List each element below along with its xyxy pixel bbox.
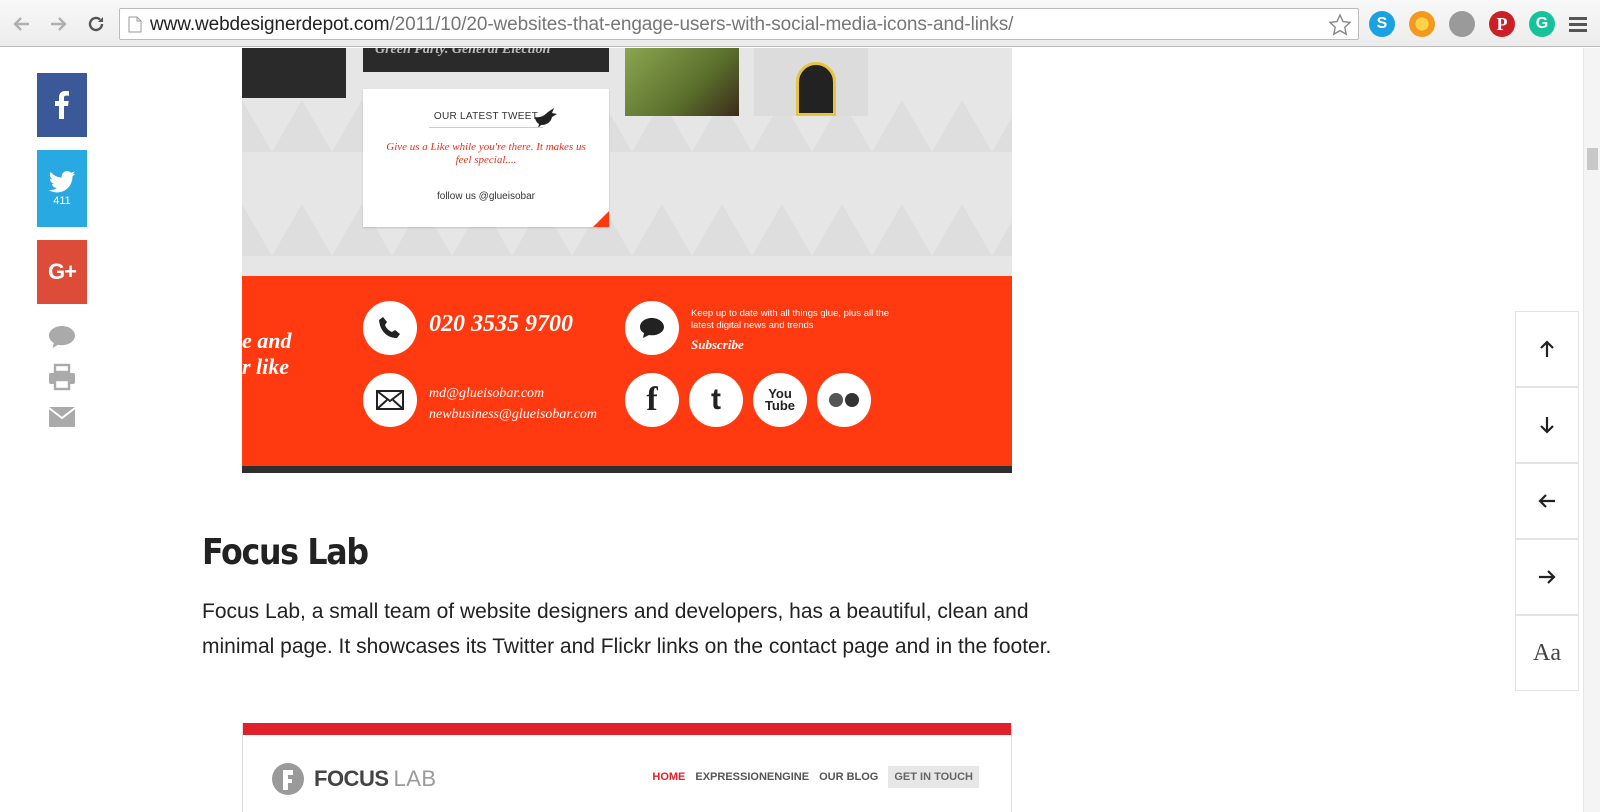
nav-expressionengine: EXPRESSIONENGINE bbox=[695, 771, 810, 783]
focus-lab-logo-icon bbox=[272, 763, 304, 795]
scrollbar-thumb[interactable] bbox=[1587, 148, 1598, 170]
nav-our-blog: OUR BLOG bbox=[819, 771, 879, 783]
forward-button[interactable] bbox=[46, 12, 70, 36]
phone-number: 020 3535 9700 bbox=[429, 311, 573, 337]
flickr-circle-icon bbox=[817, 373, 871, 427]
nav-home: HOME bbox=[652, 771, 686, 783]
phone-icon bbox=[379, 317, 400, 338]
page-icon bbox=[128, 16, 142, 33]
contact-band bbox=[242, 276, 1012, 466]
arrow-down-icon bbox=[1540, 417, 1554, 434]
facebook-icon bbox=[55, 91, 69, 119]
hamburger-menu-icon bbox=[1569, 17, 1587, 32]
arrow-left-icon bbox=[13, 17, 29, 31]
illustration-tile bbox=[754, 48, 868, 116]
subscribe-link: Subscribe bbox=[691, 337, 744, 352]
nav-get-in-touch: GET IN TOUCH bbox=[888, 766, 979, 788]
latest-tweet-card: OUR LATEST TWEET Give us a Like while yo… bbox=[363, 89, 609, 227]
photo-tile bbox=[625, 48, 739, 116]
arrow-right-icon bbox=[1539, 570, 1556, 584]
keep-up-text: Keep up to date with all things glue, pl… bbox=[691, 308, 890, 331]
reload-icon bbox=[88, 16, 104, 32]
url-text: www.webdesignerdepot.com/2011/10/20-webs… bbox=[150, 14, 1014, 35]
back-button[interactable] bbox=[10, 12, 34, 36]
twitter-bird-icon bbox=[48, 170, 76, 192]
bookmark-star-icon[interactable] bbox=[1328, 13, 1352, 37]
skype-icon[interactable]: S bbox=[1369, 11, 1395, 37]
slogan-text: e and r like bbox=[242, 328, 292, 379]
bird-icon bbox=[535, 108, 557, 128]
facebook-share-button[interactable] bbox=[37, 73, 87, 137]
twitter-share-button[interactable]: 411 bbox=[37, 150, 87, 227]
page-scrollbar[interactable] bbox=[1583, 48, 1600, 812]
youtube-circle-icon: You Tube bbox=[753, 373, 807, 427]
pinterest-icon[interactable]: P bbox=[1489, 11, 1515, 37]
twitter-circle-icon: t bbox=[689, 373, 743, 427]
dark-tile bbox=[242, 48, 346, 98]
divider bbox=[429, 127, 543, 128]
footer-strip bbox=[242, 466, 1012, 473]
email-addresses: md@glueisobar.com newbusiness@glueisobar… bbox=[429, 386, 598, 422]
news-tile-title: Green Party. General Election bbox=[375, 48, 551, 57]
arrow-up-icon bbox=[1540, 340, 1554, 357]
extension-orange-icon[interactable] bbox=[1409, 11, 1435, 37]
glue-isobar-screenshot: Green Party. General Election OUR LATEST… bbox=[242, 48, 1012, 473]
follow-link: follow us @glueisobar bbox=[437, 191, 535, 202]
google-plus-icon: G+ bbox=[48, 259, 77, 284]
arrow-right-icon bbox=[51, 17, 67, 31]
tweet-heading: OUR LATEST TWEET bbox=[433, 111, 539, 122]
address-bar[interactable]: www.webdesignerdepot.com/2011/10/20-webs… bbox=[119, 8, 1359, 40]
email-circle bbox=[363, 373, 417, 427]
phone-circle bbox=[363, 301, 417, 355]
facebook-circle-icon: f bbox=[625, 373, 679, 427]
font-size-button[interactable]: Aa bbox=[1515, 615, 1579, 691]
scroll-down-button[interactable] bbox=[1515, 387, 1579, 463]
grammarly-icon[interactable]: G bbox=[1529, 11, 1555, 37]
previous-article-button[interactable] bbox=[1515, 463, 1579, 539]
email-icon[interactable] bbox=[47, 402, 77, 432]
twitter-share-count: 411 bbox=[53, 194, 71, 207]
article-paragraph: Focus Lab, a small team of website desig… bbox=[202, 600, 1052, 658]
focus-lab-screenshot: FOCUS LAB HOME EXPRESSIONENGINE OUR BLOG… bbox=[242, 723, 1012, 812]
extension-grey-icon[interactable] bbox=[1449, 11, 1475, 37]
speech-circle bbox=[625, 301, 679, 355]
tweet-text: Give us a Like while you're there. It ma… bbox=[386, 141, 586, 166]
print-icon[interactable] bbox=[47, 362, 77, 392]
focus-lab-logo: FOCUS LAB bbox=[270, 761, 437, 797]
browser-toolbar: www.webdesignerdepot.com/2011/10/20-webs… bbox=[0, 0, 1600, 47]
scroll-up-button[interactable] bbox=[1515, 311, 1579, 387]
arrow-left-icon bbox=[1538, 494, 1555, 508]
comment-icon[interactable] bbox=[47, 322, 77, 352]
google-plus-share-button[interactable]: G+ bbox=[37, 240, 87, 304]
chrome-menu-button[interactable] bbox=[1566, 12, 1590, 36]
speech-bubble-icon bbox=[640, 318, 664, 338]
next-article-button[interactable] bbox=[1515, 539, 1579, 615]
envelope-icon bbox=[376, 390, 404, 410]
illustration-figure bbox=[796, 62, 836, 116]
red-top-bar bbox=[243, 723, 1011, 735]
focus-lab-nav: HOME EXPRESSIONENGINE OUR BLOG GET IN TO… bbox=[652, 766, 979, 788]
reload-button[interactable] bbox=[84, 12, 108, 36]
card-corner bbox=[593, 211, 609, 227]
news-tile: Green Party. General Election bbox=[363, 48, 609, 72]
article-heading: Focus Lab bbox=[202, 532, 369, 573]
